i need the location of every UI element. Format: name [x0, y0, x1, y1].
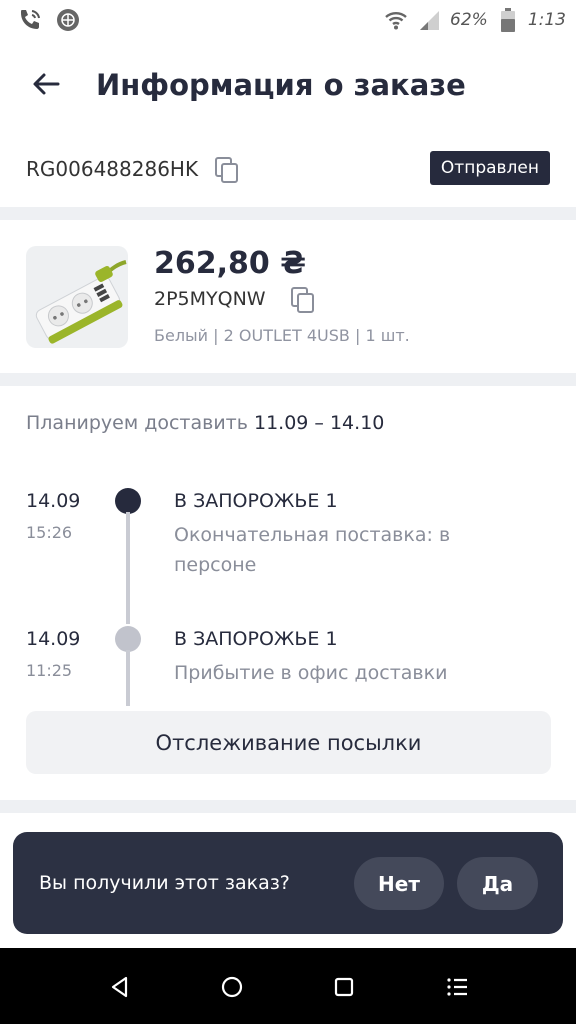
timeline-dot	[115, 626, 141, 652]
order-id: 2P5MYQNW	[154, 288, 266, 310]
top-app-bar: Информация о заказе	[0, 48, 576, 128]
product-variant: Белый | 2 OUTLET 4USB | 1 шт.	[154, 326, 410, 345]
planned-range: 11.09 – 14.10	[254, 412, 385, 434]
status-bar: 62% 1:13	[0, 0, 576, 40]
nav-menu-icon[interactable]	[444, 974, 470, 1000]
planned-delivery: Планируем доставить 11.09 – 14.10	[26, 412, 384, 434]
section-divider	[0, 373, 576, 386]
tracking-number: RG006488286HK	[26, 157, 199, 181]
tracking-row: RG006488286HK Отправлен	[0, 140, 576, 198]
product-card[interactable]: 262,80 ₴ 2P5MYQNW Белый | 2 OUTLET 4USB …	[0, 220, 576, 372]
phone-wifi-icon	[16, 6, 44, 34]
section-divider	[0, 207, 576, 220]
received-snackbar: Вы получили этот заказ? Нет Да	[13, 832, 563, 934]
planned-label: Планируем доставить	[26, 412, 248, 434]
nav-back-icon[interactable]	[107, 974, 133, 1000]
timeline-line	[126, 512, 130, 624]
system-nav-bar	[0, 948, 576, 1024]
event-description: Прибытие в офис доставки	[174, 662, 448, 684]
event-date: 14.09	[26, 490, 81, 512]
event-time: 15:26	[26, 523, 73, 542]
track-parcel-button[interactable]: Отслеживание посылки	[26, 711, 551, 774]
clock: 1:13	[527, 10, 566, 30]
globe-icon	[54, 6, 82, 34]
status-badge: Отправлен	[429, 151, 550, 185]
event-description: Окончательная поставка: в персоне	[174, 524, 451, 576]
yes-button[interactable]: Да	[457, 857, 538, 910]
arrow-left-icon	[33, 73, 60, 95]
product-image	[26, 246, 128, 348]
nav-recents-icon[interactable]	[331, 974, 357, 1000]
event-time: 11:25	[26, 661, 73, 680]
product-price: 262,80 ₴	[154, 246, 306, 281]
event-city: В ЗАПОРОЖЬЕ 1	[174, 628, 338, 650]
page-title: Информация о заказе	[96, 68, 466, 102]
copy-order-id-icon[interactable]	[290, 286, 316, 314]
snackbar-question: Вы получили этот заказ?	[39, 872, 290, 894]
event-city: В ЗАПОРОЖЬЕ 1	[174, 490, 338, 512]
wifi-icon	[382, 6, 410, 34]
timeline-line	[126, 650, 130, 706]
event-date: 14.09	[26, 628, 81, 650]
signal-icon	[416, 6, 444, 34]
battery-icon	[494, 6, 522, 34]
copy-tracking-icon[interactable]	[214, 156, 240, 184]
section-divider	[0, 800, 576, 813]
timeline-dot-active	[115, 488, 141, 514]
no-button[interactable]: Нет	[354, 857, 444, 910]
battery-percent: 62%	[450, 10, 488, 30]
nav-home-icon[interactable]	[219, 974, 245, 1000]
back-button[interactable]	[24, 62, 68, 106]
